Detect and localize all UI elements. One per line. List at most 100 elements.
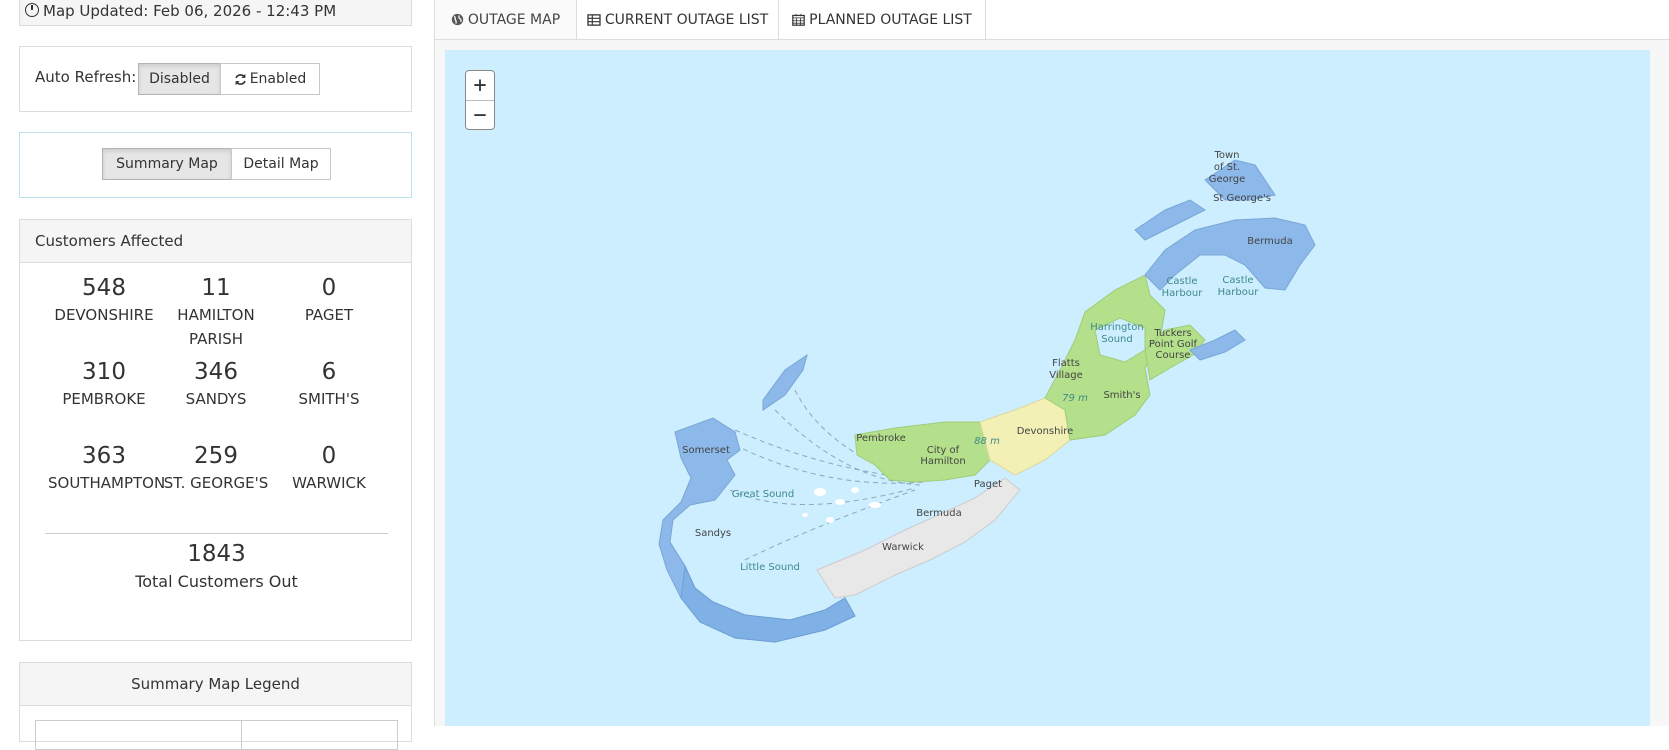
parish-name: ST. GEORGE'S [163,474,269,492]
map-label: Castle [1166,276,1197,287]
map-label: Sandys [695,528,731,539]
clock-icon [25,3,39,17]
parish-name: HAMILTON PARISH [177,306,255,348]
parish-stat-sandys: 346 SANDYS [160,359,272,411]
parish-stat-warwick: 0 WARWICK [273,443,385,495]
parish-count: 11 [201,275,231,301]
map-label: Warwick [882,542,924,553]
map-label: Devonshire [1017,426,1074,437]
auto-refresh-enabled-button[interactable]: Enabled [220,63,320,95]
parish-count: 6 [321,359,337,385]
parish-stat-st-georges: 259 ST. GEORGE'S [160,443,272,495]
calendar-icon [792,13,805,26]
parish-stat-paget: 0 PAGET [273,275,385,327]
tab-outage-map[interactable]: OUTAGE MAP [434,0,577,40]
parish-stat-pembroke: 310 PEMBROKE [48,359,160,411]
customers-affected-title: Customers Affected [20,220,411,263]
parish-name: SANDYS [185,390,247,408]
tab-label: CURRENT OUTAGE LIST [604,11,769,28]
auto-refresh-disabled-label: Disabled [149,71,210,87]
outage-map[interactable]: Town of St. George St George's Bermuda C… [445,50,1650,726]
map-label: Sound [1101,334,1133,345]
tab-planned-outage-list[interactable]: PLANNED OUTAGE LIST [778,0,986,40]
map-label: Great Sound [732,489,795,500]
detail-map-label: Detail Map [243,156,319,172]
parish-stat-smiths: 6 SMITH'S [273,359,385,411]
map-label: Smith's [1103,390,1140,401]
great-sound-islands [802,487,881,523]
zoom-out-button[interactable]: − [466,101,494,130]
map-label: Harrington [1090,322,1144,333]
map-label: Harbour [1218,287,1260,298]
map-label: City of [927,445,960,456]
tab-bar: OUTAGE MAP CURRENT OUTAGE LIST PLANNED O… [434,0,1669,40]
map-label: 79 m [1062,393,1088,404]
map-label: Hamilton [920,456,965,467]
map-label: Bermuda [1247,236,1293,247]
summary-map-label: Summary Map [116,156,218,172]
parish-count: 259 [194,443,238,469]
parish-count: 363 [82,443,126,469]
map-label: Tuckers [1153,328,1191,339]
map-label: Village [1049,370,1083,381]
parish-count: 0 [321,275,337,301]
map-label: Point Golf [1149,339,1198,350]
map-label: Course [1156,350,1191,361]
sidebar: Map Updated: Feb 06, 2026 - 12:43 PM Aut… [0,0,430,750]
map-label: of St. [1214,162,1240,173]
map-label: Castle [1222,275,1253,286]
parish-name: SOUTHAMPTON [48,474,166,492]
table-icon [587,13,601,26]
map-label: Little Sound [740,562,800,573]
map-canvas: Town of St. George St George's Bermuda C… [658,150,1316,643]
map-label: Flatts [1052,358,1080,369]
parish-name: SMITH'S [298,390,360,408]
total-customers: 1843 Total Customers Out [20,540,413,596]
map-label: 88 m [974,436,1000,447]
map-label: Pembroke [856,433,906,444]
parish-warwick-paget-shape [816,477,1021,599]
globe-icon [451,13,464,26]
parish-name: PAGET [304,306,354,324]
zoom-in-button[interactable]: + [466,71,494,101]
map-label: Harbour [1162,288,1204,299]
legend-row [35,720,398,750]
map-label: Paget [974,479,1002,490]
auto-refresh-disabled-button[interactable]: Disabled [138,63,221,95]
parish-count: 310 [82,359,126,385]
map-label: Bermuda [916,508,962,519]
tab-label: PLANNED OUTAGE LIST [809,11,972,28]
map-label: St George's [1213,193,1271,204]
summary-map-legend-panel: Summary Map Legend [19,662,412,750]
legend-title: Summary Map Legend [20,663,411,706]
zoom-control: + − [465,70,495,130]
parish-stat-devonshire: 548 DEVONSHIRE [48,275,160,327]
parish-count: 0 [321,443,337,469]
detail-map-button[interactable]: Detail Map [231,148,331,180]
total-divider [45,533,388,534]
parish-name: DEVONSHIRE [54,306,154,324]
auto-refresh-label: Auto Refresh: [35,68,137,86]
refresh-icon [234,73,246,85]
parish-stat-hamilton-parish: 11 HAMILTON PARISH [160,275,272,351]
parish-count: 548 [82,275,126,301]
total-count: 1843 [187,541,246,567]
parish-stat-southampton: 363 SOUTHAMPTON [48,443,166,495]
map-label: George [1209,174,1245,185]
map-updated-text: Map Updated: Feb 06, 2026 - 12:43 PM [43,2,337,20]
parish-count: 346 [194,359,238,385]
summary-map-button[interactable]: Summary Map [102,148,232,180]
map-label: Town [1213,150,1239,161]
auto-refresh-panel: Auto Refresh: Disabled Enabled [19,46,412,112]
tab-current-outage-list[interactable]: CURRENT OUTAGE LIST [576,0,779,40]
parish-name: PEMBROKE [62,390,146,408]
auto-refresh-enabled-label: Enabled [249,71,307,87]
map-updated-bar: Map Updated: Feb 06, 2026 - 12:43 PM [19,0,412,26]
map-type-panel: Summary Map Detail Map [19,132,412,198]
customers-affected-panel: Customers Affected 548 DEVONSHIRE 11 HAM… [19,219,412,641]
total-label: Total Customers Out [135,572,298,591]
map-label: Somerset [682,445,730,456]
tab-label: OUTAGE MAP [467,11,561,28]
dockyard-shape [762,353,808,411]
parish-name: WARWICK [292,474,366,492]
